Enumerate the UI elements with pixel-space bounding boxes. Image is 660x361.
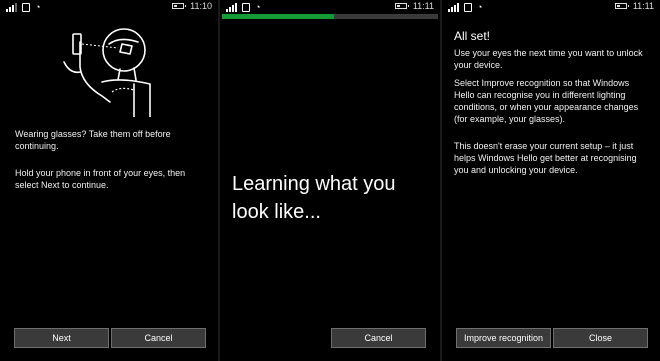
status-bar: ◔ 11:10 [0, 0, 218, 14]
battery-icon [614, 3, 629, 9]
clock: 11:10 [190, 1, 212, 11]
signal-icon [6, 3, 17, 12]
signal-icon [226, 3, 237, 12]
phone-icon [242, 3, 250, 12]
phone-icon [22, 3, 30, 12]
glasses-instruction: Wearing glasses? Take them off before co… [15, 129, 171, 151]
close-button[interactable]: Close [553, 328, 648, 348]
learning-screen: ◔ 11:11 Learning what you look like... C… [220, 0, 440, 361]
done-screen: ◔ 11:11 All set! Use your eyes the next … [442, 0, 660, 361]
improve-recognition-button[interactable]: Improve recognition [456, 328, 551, 348]
clock: 11:11 [412, 1, 434, 11]
next-button[interactable]: Next [14, 328, 109, 348]
hold-instruction: Hold your phone in front of your eyes, t… [15, 168, 186, 190]
progress-bar [222, 14, 438, 19]
clock: 11:11 [632, 1, 654, 11]
status-bar: ◔ 11:11 [442, 0, 660, 14]
wifi-icon: ◔ [35, 2, 41, 12]
paragraph-erase: This doesn't erase your current setup – … [454, 141, 637, 175]
battery-icon [394, 3, 409, 9]
battery-icon [172, 3, 187, 9]
wifi-icon: ◔ [255, 2, 261, 12]
paragraph-unlock: Use your eyes the next time you want to … [454, 48, 643, 70]
face-illustration [63, 28, 151, 117]
setup-screen: ◔ 11:10 Wearing glasses? Take them off b… [0, 0, 218, 361]
learning-headline: Learning what you look like... [232, 173, 396, 223]
status-bar: ◔ 11:11 [220, 0, 440, 14]
page-title: All set! [454, 29, 491, 43]
cancel-button[interactable]: Cancel [111, 328, 206, 348]
paragraph-improve: Select Improve recognition so that Windo… [454, 78, 639, 124]
wifi-icon: ◔ [477, 2, 483, 12]
signal-icon [448, 3, 459, 12]
phone-icon [464, 3, 472, 12]
cancel-button[interactable]: Cancel [331, 328, 426, 348]
progress-fill [222, 14, 335, 19]
